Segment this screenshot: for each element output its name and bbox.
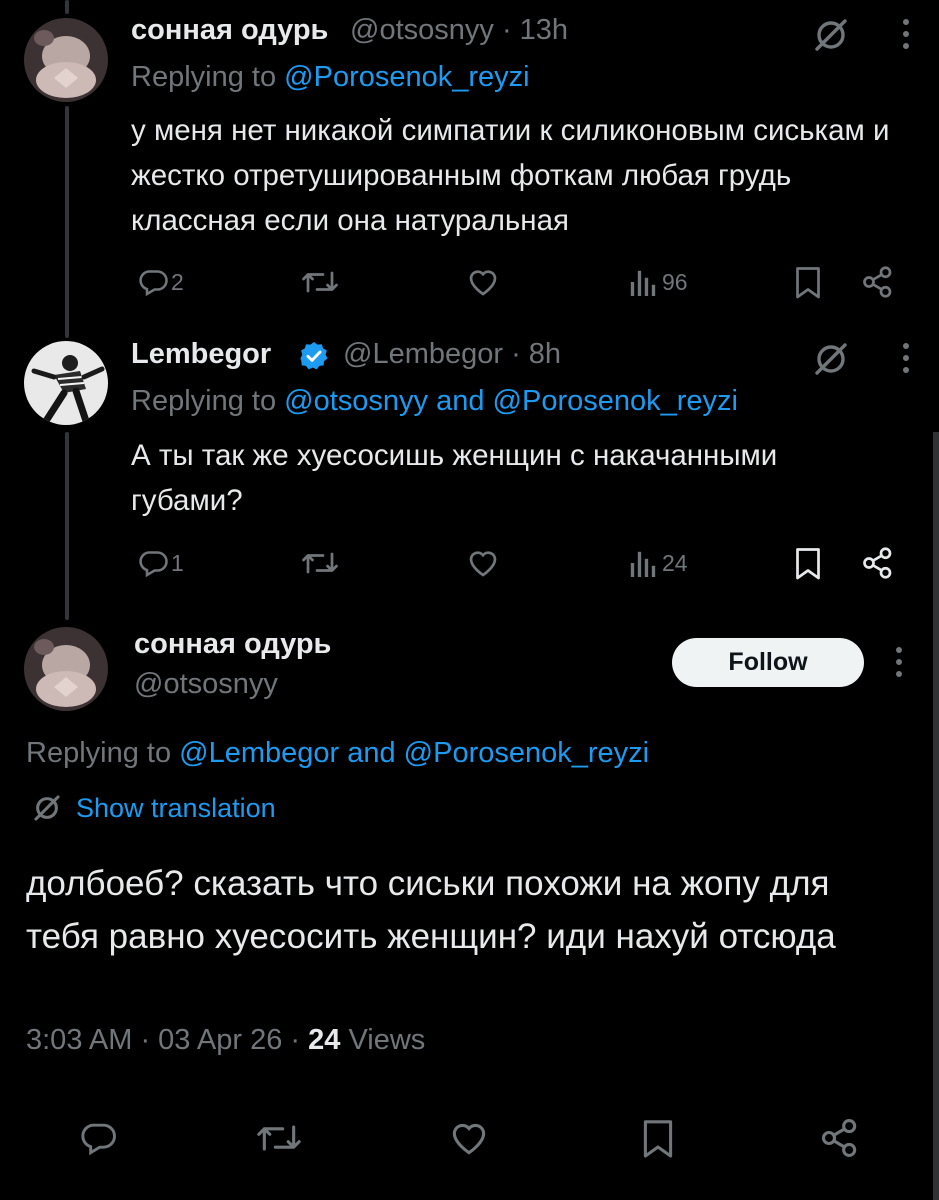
replying-prefix: Replying to <box>131 385 277 417</box>
views-button[interactable]: 24 <box>628 545 688 581</box>
author-name[interactable]: сонная одурь <box>131 14 328 47</box>
more-icon[interactable] <box>900 340 912 381</box>
reply-count: 2 <box>171 268 184 295</box>
reply-button[interactable]: 2 <box>135 264 184 300</box>
bookmark-button[interactable] <box>793 545 823 581</box>
thread-line-top <box>65 0 69 14</box>
replying-to-link[interactable]: @otsosnyy and @Porosenok_reyzi <box>284 385 738 417</box>
tweet-meta: 3:03 AM · 03 Apr 26 · 24 Views <box>26 1024 425 1057</box>
show-translation-link[interactable]: Show translation <box>30 791 276 825</box>
views-count: 24 <box>662 549 688 576</box>
replying-to-link[interactable]: @Lembegor and @Porosenok_reyzi <box>179 737 649 769</box>
scrollbar[interactable] <box>933 432 939 1200</box>
avatar[interactable] <box>24 341 108 425</box>
author-handle[interactable]: @otsosnyy <box>350 14 494 46</box>
timestamp[interactable]: 3:03 AM · 03 Apr 26 · <box>26 1024 300 1056</box>
views-count: 96 <box>662 268 688 295</box>
share-button[interactable] <box>818 1116 862 1160</box>
more-icon[interactable] <box>893 644 905 685</box>
views-count: 24 <box>308 1024 341 1056</box>
share-button[interactable] <box>860 264 896 300</box>
replying-prefix: Replying to <box>26 737 172 769</box>
more-icon[interactable] <box>900 16 912 57</box>
grok-icon[interactable] <box>811 15 851 60</box>
reply-button[interactable] <box>76 1116 120 1160</box>
like-button[interactable] <box>446 1116 492 1160</box>
share-button[interactable] <box>860 545 896 581</box>
author-name[interactable]: Lembegor <box>131 338 271 371</box>
show-translation-label[interactable]: Show translation <box>76 793 276 824</box>
main-tweet-text: долбоеб? сказать что сиськи похожи на жо… <box>26 864 836 956</box>
views-label: Views <box>348 1024 426 1056</box>
retweet-button[interactable] <box>255 1116 303 1160</box>
bookmark-button[interactable] <box>793 264 823 300</box>
views-button[interactable]: 96 <box>628 264 688 300</box>
author-meta: @otsosnyy · 13h <box>350 14 568 47</box>
like-button[interactable] <box>464 264 502 300</box>
like-button[interactable] <box>464 545 502 581</box>
grok-icon[interactable] <box>811 339 851 384</box>
tweet-time[interactable]: · 8h <box>511 338 561 370</box>
replying-to: Replying to @Lembegor and @Porosenok_rey… <box>26 737 649 770</box>
avatar[interactable] <box>24 18 108 102</box>
replying-to-link[interactable]: @Porosenok_reyzi <box>284 61 529 93</box>
avatar[interactable] <box>24 627 108 711</box>
tweet-time[interactable]: · 13h <box>502 14 568 46</box>
bookmark-button[interactable] <box>640 1116 676 1160</box>
author-handle[interactable]: @otsosnyy <box>134 668 278 701</box>
thread-line-2 <box>65 432 69 620</box>
translate-icon <box>34 795 60 821</box>
replying-prefix: Replying to <box>131 61 277 93</box>
replying-to: Replying to @otsosnyy and @Porosenok_rey… <box>131 385 738 418</box>
tweet-text: у меня нет никакой симпатии к силиконовы… <box>131 114 890 237</box>
reply-button[interactable]: 1 <box>135 545 184 581</box>
retweet-button[interactable] <box>300 264 340 300</box>
retweet-button[interactable] <box>300 545 340 581</box>
tweet-text: А ты так же хуесосишь женщин с накачанны… <box>131 439 778 517</box>
thread-line-1 <box>65 106 69 338</box>
reply-count: 1 <box>171 549 184 576</box>
verified-badge-icon <box>298 340 330 377</box>
replying-to: Replying to @Porosenok_reyzi <box>131 61 530 94</box>
author-name[interactable]: сонная одурь <box>134 628 331 661</box>
follow-button[interactable]: Follow <box>672 638 864 687</box>
author-handle[interactable]: @Lembegor <box>343 338 503 370</box>
author-meta: @Lembegor · 8h <box>343 338 561 371</box>
